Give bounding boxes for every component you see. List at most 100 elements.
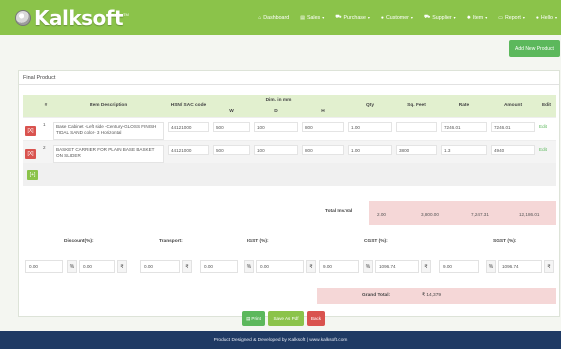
grand-total-value: ₹ 14,379	[422, 293, 442, 298]
final-product-panel: Final Product # Item Description HSN/ SA…	[18, 70, 560, 317]
row-number: 2	[41, 139, 51, 163]
sqft-input[interactable]	[396, 121, 437, 132]
transport-label: Transport:	[159, 239, 183, 244]
user-icon: ●	[380, 14, 384, 21]
nav-item-sales[interactable]: ▤ Sales ▾	[300, 14, 324, 21]
add-row-button[interactable]: [+]	[27, 169, 38, 180]
cgst-percent-input[interactable]: 9.00	[319, 260, 359, 273]
rate-input[interactable]: 7246.01	[441, 121, 487, 132]
column-header-edit: Edit	[537, 95, 556, 117]
column-header-hsn: HSN/ SAC code	[166, 95, 211, 117]
nav-item-user-menu[interactable]: ● Hello ▾	[536, 14, 557, 21]
caret-down-icon: ▾	[522, 15, 525, 20]
edit-row-link[interactable]: Edit	[539, 147, 547, 152]
rupee-addon: ₹	[117, 260, 127, 273]
rupee-addon: ₹	[544, 260, 554, 273]
total-amount: 12,186.01	[519, 212, 540, 217]
nav-label: Supplier	[432, 14, 452, 21]
igst-percent-input[interactable]: 0.00	[200, 260, 238, 273]
amount-input[interactable]: 7246.01	[491, 121, 535, 132]
panel-title: Final Product	[19, 71, 559, 85]
rupee-addon: ₹	[421, 260, 431, 273]
depth-input[interactable]: 100	[254, 144, 298, 155]
nav-label: Dashboard	[263, 14, 290, 21]
nav-item-dashboard[interactable]: ⌂ Dashboard	[258, 14, 289, 21]
caret-down-icon: ▾	[322, 15, 325, 20]
transport-input[interactable]: 0.00	[140, 260, 180, 273]
edit-row-link[interactable]: Edit	[539, 124, 547, 129]
nav-item-item[interactable]: ✹ Item ▾	[467, 14, 488, 21]
trademark-mark: TM	[123, 11, 129, 17]
chart-icon: ▭	[498, 14, 503, 21]
top-navbar: Kalksoft TM ⌂ Dashboard ▤ Sales ▾ ⛟ Purc…	[0, 0, 561, 35]
print-button[interactable]: ▤ Print	[242, 311, 265, 326]
nav-item-supplier[interactable]: ⛟ Supplier ▾	[424, 14, 456, 21]
sgst-amount-input[interactable]: 1096.74	[498, 260, 542, 273]
rupee-addon: ₹	[306, 260, 316, 273]
total-rate: 7,247.31	[471, 212, 489, 217]
nav-item-customer[interactable]: ● Customer ▾	[381, 14, 413, 21]
table-row: [X] 2 BASKET CARRIER FOR PLAIN BASE BASK…	[23, 139, 556, 163]
list-icon: ▤	[300, 14, 305, 21]
igst-label: IGST (%):	[247, 239, 269, 244]
back-button[interactable]: Back	[307, 311, 325, 326]
brand-logo[interactable]: Kalksoft TM	[15, 6, 129, 30]
column-header-rate: Rate	[439, 95, 489, 117]
cart-icon: ⛟	[423, 14, 431, 20]
nav-item-purchase[interactable]: ⛟ Purchase ▾	[335, 14, 370, 21]
item-description-input[interactable]: BASKET CARRIER FOR PLAIN BASE BASKET ON …	[53, 144, 164, 163]
width-input[interactable]: 500	[213, 144, 250, 155]
igst-amount-input[interactable]: 0.00	[256, 260, 304, 273]
discount-percent-input[interactable]: 0.00	[25, 260, 63, 273]
rate-input[interactable]: 1.3	[441, 144, 487, 155]
grand-total-box: Grand Total: ₹ 14,379	[317, 288, 556, 304]
total-qty: 2.00	[377, 212, 386, 217]
cart-icon: ⛟	[335, 14, 342, 20]
column-header-height: H	[300, 106, 346, 117]
caret-down-icon: ▾	[367, 15, 370, 20]
nav-item-report[interactable]: ▭ Report ▾	[498, 14, 525, 21]
add-row-bar: [+]	[23, 163, 556, 186]
totals-row: Total Inv.Val 2.00 3,800.00 7,247.31 12,…	[317, 201, 556, 225]
sgst-percent-input[interactable]: 9.00	[439, 260, 479, 273]
percent-addon: %	[363, 260, 373, 273]
save-as-pdf-button[interactable]: Save As Pdf	[268, 311, 304, 326]
items-table: # Item Description HSN/ SAC code Dim. in…	[23, 95, 556, 186]
caret-down-icon: ▾	[554, 15, 557, 20]
add-new-product-button[interactable]: Add New Product	[509, 40, 560, 57]
logo-gear-icon	[15, 9, 31, 26]
qty-input[interactable]: 1.00	[348, 144, 392, 155]
delete-row-button[interactable]: [X]	[25, 125, 36, 136]
height-input[interactable]: 800	[302, 144, 344, 155]
nav-label: Report	[504, 14, 521, 21]
tax-inputs-row: 0.00 % 0.00 ₹ 0.00 ₹ 0.00 % 0.00 ₹ 9.00 …	[23, 260, 556, 274]
caret-down-icon: ▾	[410, 15, 413, 20]
item-description-input[interactable]: Base Cabinet -Left side -Century-GLOSS F…	[53, 121, 164, 140]
column-header-sqft: Sq. Feet	[394, 95, 439, 117]
depth-input[interactable]: 100	[254, 121, 298, 132]
printer-icon: ▤	[246, 315, 251, 321]
home-icon: ⌂	[258, 14, 262, 21]
amount-input[interactable]: 4940	[491, 144, 535, 155]
column-header-amount: Amount	[489, 95, 537, 117]
row-number: 1	[41, 116, 51, 140]
print-label: Print	[251, 316, 261, 321]
hsn-code-input[interactable]: 44121000	[168, 144, 209, 155]
column-header-number: #	[41, 95, 51, 117]
tax-labels-row: Discount(%): Transport: IGST (%): CGST (…	[19, 239, 559, 249]
discount-amount-input[interactable]: 0.00	[79, 260, 115, 273]
totals-highlight: 2.00 3,800.00 7,247.31 12,186.01	[369, 201, 556, 225]
rupee-addon: ₹	[182, 260, 192, 273]
user-icon: ●	[535, 14, 539, 21]
qty-input[interactable]: 1.00	[348, 121, 392, 132]
column-header-depth: D	[252, 106, 300, 117]
sgst-label: SGST (%):	[493, 239, 517, 244]
delete-row-button[interactable]: [X]	[25, 148, 36, 159]
total-inv-val-label: Total Inv.Val	[325, 209, 353, 214]
width-input[interactable]: 500	[213, 121, 250, 132]
cgst-amount-input[interactable]: 1096.74	[375, 260, 419, 273]
main-menu: ⌂ Dashboard ▤ Sales ▾ ⛟ Purchase ▾ ● Cus…	[247, 14, 557, 21]
hsn-code-input[interactable]: 44121000	[168, 121, 209, 132]
height-input[interactable]: 800	[302, 121, 344, 132]
sqft-input[interactable]: 3800	[396, 144, 437, 155]
